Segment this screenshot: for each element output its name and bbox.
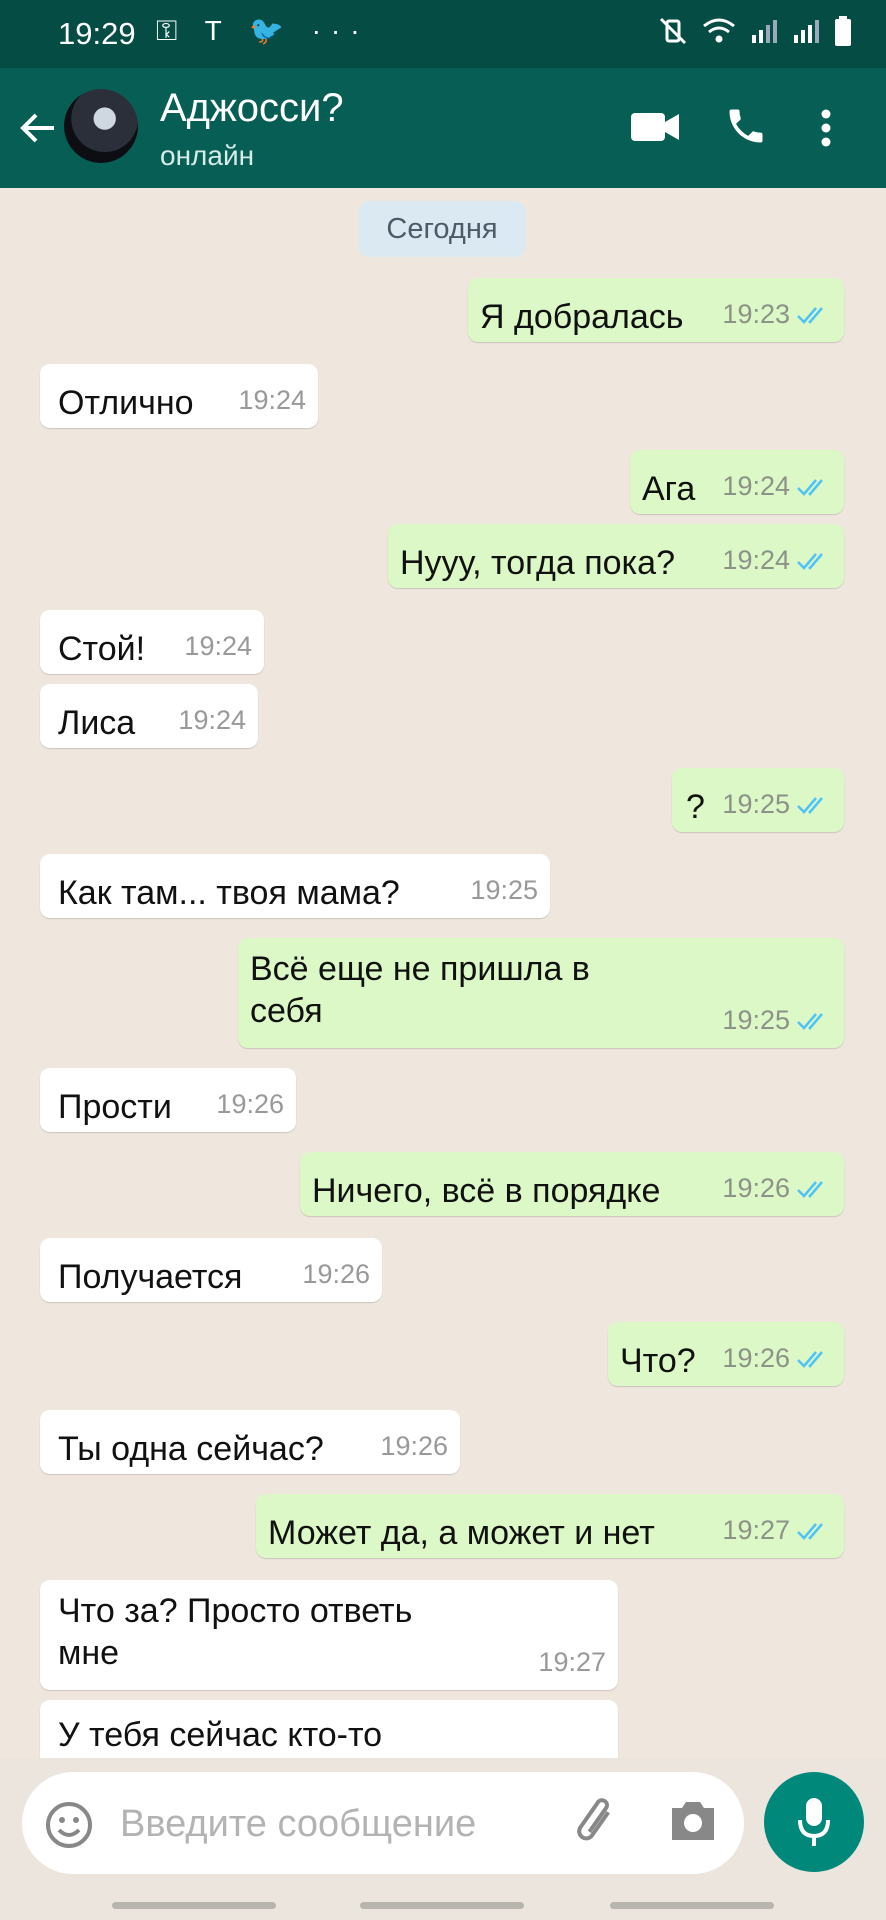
signal-icon-2 [794,20,819,43]
message-meta: 19:26 [722,1173,830,1204]
message-incoming[interactable]: Стой! 19:24 [40,610,264,674]
message-input-container [22,1772,744,1874]
status-notification-icons: ⚿ T 🐦 ··· [156,15,370,46]
message-outgoing[interactable]: Нууу, тогда пока? 19:24 [388,524,844,588]
nav-recents-handle[interactable] [112,1902,276,1909]
nav-back-handle[interactable] [610,1902,774,1909]
read-ticks-icon [797,796,823,814]
message-outgoing[interactable]: Может да, а может и нет 19:27 [256,1494,844,1558]
status-time: 19:29 [58,16,136,51]
message-time: 19:25 [470,875,538,905]
message-meta: 19:25 [722,789,830,820]
message-text: Ты одна сейчас? [58,1430,324,1468]
attach-icon[interactable] [574,1796,624,1850]
chat-header: Аджосси? онлайн [0,68,886,188]
message-time: 19:25 [722,1005,790,1035]
message-text: ? [686,788,705,826]
message-text: Ничего, всё в порядке [312,1172,661,1210]
message-outgoing[interactable]: ? 19:25 [672,768,844,832]
message-text: Нууу, тогда пока? [400,544,675,582]
message-time: 19:26 [722,1343,790,1373]
system-navigation-bar [0,1888,886,1920]
message-time: 19:26 [722,1173,790,1203]
message-incoming[interactable]: Что за? Просто ответь мне 19:27 [40,1580,618,1690]
message-outgoing[interactable]: Я добралась 19:23 [468,278,844,342]
message-time: 19:27 [538,1647,606,1677]
back-arrow-icon[interactable] [16,106,60,150]
message-incoming[interactable]: Ты одна сейчас? 19:26 [40,1410,460,1474]
message-meta: 19:23 [722,299,830,330]
read-ticks-icon [797,1180,823,1198]
message-meta: 19:27 [722,1515,830,1546]
mute-vibrate-icon [659,17,687,45]
message-list[interactable]: Сегодня Я добралась 19:23 Отлично 19:24 … [0,188,886,1758]
avatar[interactable] [64,89,138,163]
signal-icon [752,20,777,43]
read-ticks-icon [797,552,823,570]
read-ticks-icon [797,1012,823,1030]
message-time: 19:24 [722,471,790,501]
battery-icon [835,16,851,46]
message-text: Получается [58,1258,243,1296]
message-text: Я добралась [480,298,684,336]
contact-status: онлайн [160,140,255,171]
message-text: Ага [642,470,696,508]
message-time: 19:23 [722,299,790,329]
video-call-icon[interactable] [630,110,680,144]
message-outgoing[interactable]: Всё еще не пришла в себя 19:25 [238,938,844,1048]
message-text: Может да, а может и нет [268,1514,655,1552]
voice-call-icon[interactable] [724,104,768,148]
message-time: 19:24 [184,631,252,661]
message-text: Прости [58,1088,172,1126]
message-incoming[interactable]: Лиса 19:24 [40,684,258,748]
message-outgoing[interactable]: Ага 19:24 [630,450,844,514]
message-time: 19:24 [238,385,306,415]
message-input[interactable] [118,1792,562,1856]
message-incoming[interactable]: У тебя сейчас кто-то [40,1700,618,1758]
message-time: 19:27 [722,1515,790,1545]
message-text: Что за? Просто ответь мне [58,1592,413,1672]
message-incoming[interactable]: Прости 19:26 [40,1068,296,1132]
message-outgoing[interactable]: Ничего, всё в порядке 19:26 [300,1152,844,1216]
message-text: Отлично [58,384,194,422]
message-outgoing[interactable]: Что? 19:26 [608,1322,844,1386]
message-time: 19:24 [722,545,790,575]
composer [0,1758,886,1888]
status-bar: 19:29 ⚿ T 🐦 ··· [0,0,886,68]
emoji-icon[interactable] [44,1800,94,1850]
contact-name[interactable]: Аджосси? [160,86,344,131]
message-incoming[interactable]: Как там... твоя мама? 19:25 [40,854,550,918]
message-time: 19:26 [302,1259,370,1289]
message-time: 19:25 [722,789,790,819]
date-separator: Сегодня [358,201,526,257]
message-meta: 19:26 [722,1343,830,1374]
read-ticks-icon [797,478,823,496]
camera-icon[interactable] [668,1798,718,1844]
message-incoming[interactable]: Получается 19:26 [40,1238,382,1302]
message-text: У тебя сейчас кто-то [58,1716,383,1754]
nav-home-handle[interactable] [360,1902,524,1909]
message-text: Стой! [58,630,146,668]
read-ticks-icon [797,306,823,324]
message-meta: 19:25 [722,1005,830,1036]
message-text: Что? [620,1342,696,1380]
message-time: 19:24 [178,705,246,735]
wifi-icon [703,18,735,43]
read-ticks-icon [797,1350,823,1368]
message-text: Всё еще не пришла в себя [250,950,590,1030]
message-text: Лиса [58,704,136,742]
status-system-icons [658,16,852,46]
mic-icon [798,1798,830,1846]
message-time: 19:26 [216,1089,284,1119]
read-ticks-icon [797,1522,823,1540]
message-incoming[interactable]: Отлично 19:24 [40,364,318,428]
message-meta: 19:24 [722,545,830,576]
message-time: 19:26 [380,1431,448,1461]
more-vert-icon[interactable] [820,108,832,148]
message-meta: 19:24 [722,471,830,502]
mic-button[interactable] [764,1772,864,1872]
message-text: Как там... твоя мама? [58,874,400,912]
